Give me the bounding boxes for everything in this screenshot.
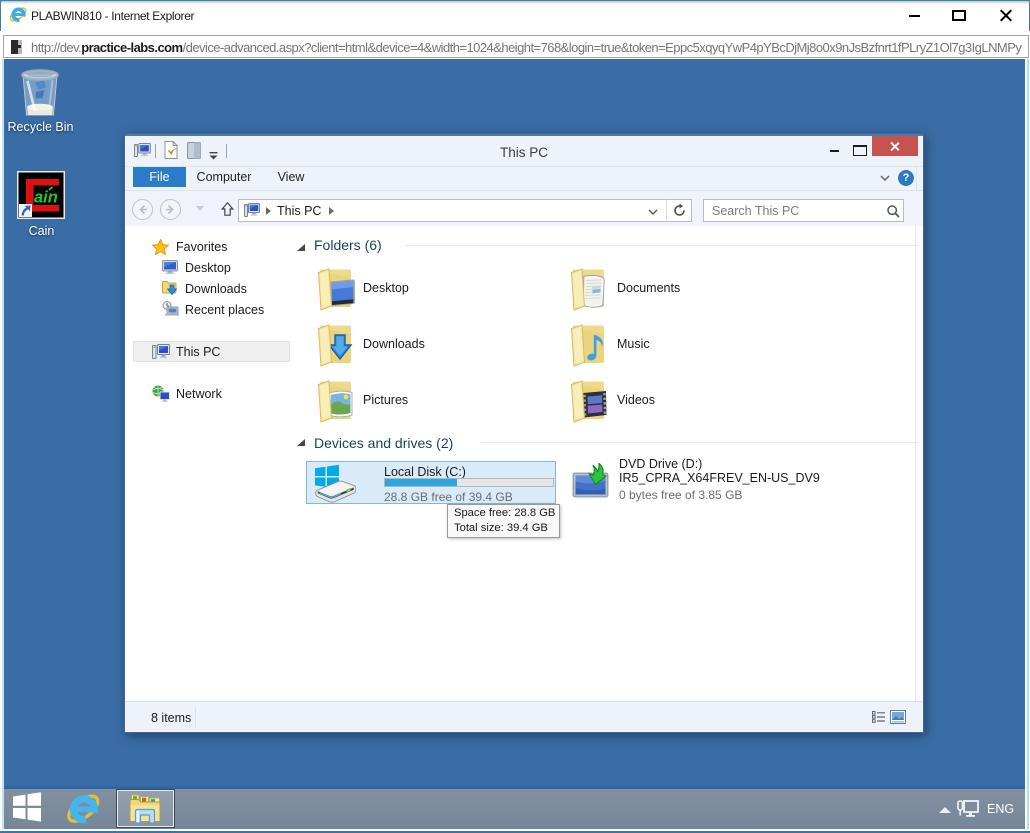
svg-text:ain: ain	[34, 189, 58, 207]
